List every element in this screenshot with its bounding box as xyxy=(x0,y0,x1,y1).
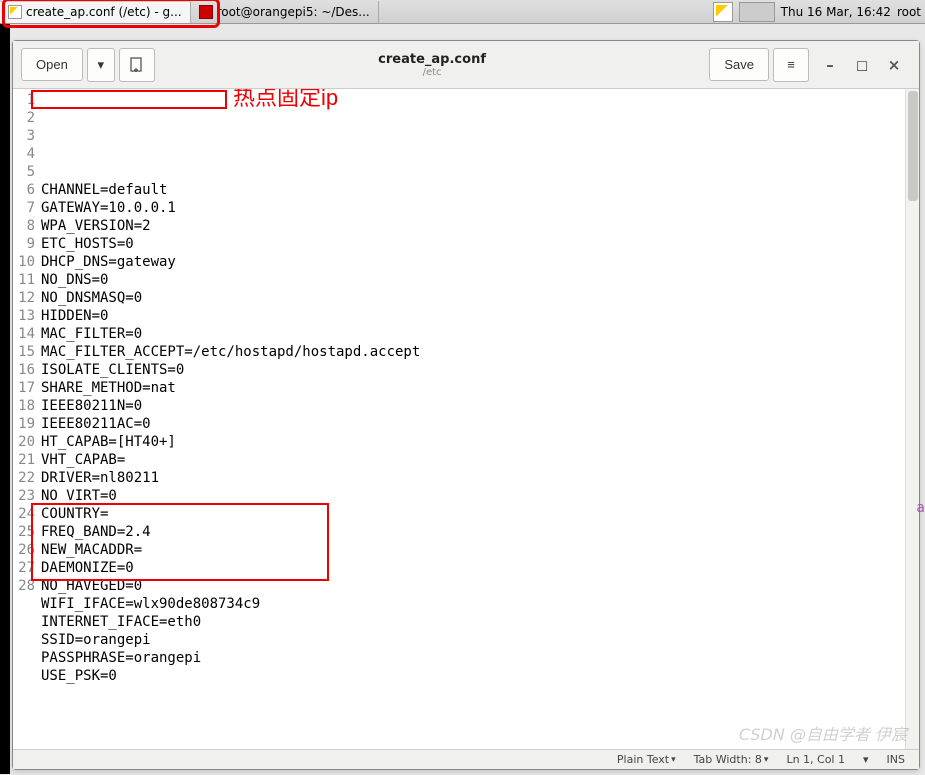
syntax-mode[interactable]: Plain Text xyxy=(617,753,676,766)
code-line[interactable]: GATEWAY=10.0.0.1 xyxy=(41,199,919,217)
line-number: 21 xyxy=(15,451,35,469)
code-line[interactable]: IEEE80211AC=0 xyxy=(41,415,919,433)
line-number: 3 xyxy=(15,127,35,145)
line-number: 11 xyxy=(15,271,35,289)
code-line[interactable]: WIFI_IFACE=wlx90de808734c9 xyxy=(41,595,919,613)
line-number: 19 xyxy=(15,415,35,433)
document-icon xyxy=(8,5,22,19)
code-line[interactable]: DHCP_DNS=gateway xyxy=(41,253,919,271)
ovr-dropdown[interactable]: ▾ xyxy=(863,753,869,766)
code-line[interactable]: INTERNET_IFACE=eth0 xyxy=(41,613,919,631)
line-number: 25 xyxy=(15,523,35,541)
close-button[interactable]: × xyxy=(885,56,903,74)
annotation-box-gateway xyxy=(31,90,227,109)
code-line[interactable]: PASSPHRASE=orangepi xyxy=(41,649,919,667)
minimize-button[interactable]: – xyxy=(821,56,839,74)
user-text: root xyxy=(897,5,921,19)
code-line[interactable]: NO_HAVEGED=0 xyxy=(41,577,919,595)
window-controls: – ◻ × xyxy=(813,56,911,74)
code-line[interactable]: FREQ_BAND=2.4 xyxy=(41,523,919,541)
terminal-icon xyxy=(199,5,213,19)
vertical-scrollbar[interactable] xyxy=(905,89,919,749)
code-line[interactable]: HT_CAPAB=[HT40+] xyxy=(41,433,919,451)
taskbar: create_ap.conf (/etc) - g... root@orange… xyxy=(0,0,925,24)
tab-width[interactable]: Tab Width: 8 xyxy=(694,753,769,766)
code-line[interactable]: CHANNEL=default xyxy=(41,181,919,199)
open-button[interactable]: Open xyxy=(21,48,83,81)
tray-note-icon[interactable] xyxy=(713,2,733,22)
new-document-button[interactable] xyxy=(119,48,155,82)
code-line[interactable]: NO_DNS=0 xyxy=(41,271,919,289)
code-line[interactable]: DAEMONIZE=0 xyxy=(41,559,919,577)
code-area[interactable]: 热点固定ip CHANNEL=defaultGATEWAY=10.0.0.1WP… xyxy=(39,89,919,749)
line-number: 17 xyxy=(15,379,35,397)
line-number: 6 xyxy=(15,181,35,199)
clock-text: Thu 16 Mar, 16:42 xyxy=(781,5,891,19)
code-line[interactable]: USE_PSK=0 xyxy=(41,667,919,685)
taskbar-item-terminal[interactable]: root@orangepi5: ~/Des... xyxy=(191,1,379,23)
line-number: 18 xyxy=(15,397,35,415)
taskbar-item-editor[interactable]: create_ap.conf (/etc) - g... xyxy=(0,1,191,23)
code-line[interactable]: VHT_CAPAB= xyxy=(41,451,919,469)
insert-mode[interactable]: INS xyxy=(887,753,905,766)
code-line[interactable]: MAC_FILTER_ACCEPT=/etc/hostapd/hostapd.a… xyxy=(41,343,919,361)
editor-body[interactable]: 1234567891011121314151617181920212223242… xyxy=(13,89,919,749)
code-line[interactable]: ETC_HOSTS=0 xyxy=(41,235,919,253)
line-number: 24 xyxy=(15,505,35,523)
code-line[interactable]: IEEE80211N=0 xyxy=(41,397,919,415)
code-line[interactable]: SSID=orangepi xyxy=(41,631,919,649)
scroll-thumb[interactable] xyxy=(908,91,918,201)
cursor-position: Ln 1, Col 1 xyxy=(786,753,845,766)
line-number: 15 xyxy=(15,343,35,361)
code-line[interactable]: WPA_VERSION=2 xyxy=(41,217,919,235)
line-number: 4 xyxy=(15,145,35,163)
save-button[interactable]: Save xyxy=(709,48,769,81)
line-number: 28 xyxy=(15,577,35,595)
line-number: 2 xyxy=(15,109,35,127)
line-number: 10 xyxy=(15,253,35,271)
line-number: 22 xyxy=(15,469,35,487)
annotation-text: 热点固定ip xyxy=(233,89,338,107)
statusbar: Plain Text Tab Width: 8 Ln 1, Col 1 ▾ IN… xyxy=(13,749,919,769)
right-edge-char: a xyxy=(916,500,925,516)
code-line[interactable]: DRIVER=nl80211 xyxy=(41,469,919,487)
title-filename: create_ap.conf xyxy=(159,52,706,67)
code-line[interactable]: ISOLATE_CLIENTS=0 xyxy=(41,361,919,379)
line-number: 26 xyxy=(15,541,35,559)
code-line[interactable]: NO_DNSMASQ=0 xyxy=(41,289,919,307)
line-number: 14 xyxy=(15,325,35,343)
editor-window: Open ▾ create_ap.conf /etc Save ≡ – ◻ × … xyxy=(12,40,920,770)
code-line[interactable]: NO_VIRT=0 xyxy=(41,487,919,505)
maximize-button[interactable]: ◻ xyxy=(853,56,871,74)
line-number: 7 xyxy=(15,199,35,217)
line-number: 27 xyxy=(15,559,35,577)
open-dropdown-button[interactable]: ▾ xyxy=(87,48,115,82)
code-line[interactable]: HIDDEN=0 xyxy=(41,307,919,325)
code-line[interactable]: MAC_FILTER=0 xyxy=(41,325,919,343)
taskbar-tray: Thu 16 Mar, 16:42 root xyxy=(713,2,925,22)
line-number: 1 xyxy=(15,91,35,109)
toolbar: Open ▾ create_ap.conf /etc Save ≡ – ◻ × xyxy=(13,41,919,89)
code-line[interactable]: COUNTRY= xyxy=(41,505,919,523)
title-path: /etc xyxy=(159,67,706,78)
code-line[interactable]: SHARE_METHOD=nat xyxy=(41,379,919,397)
hamburger-menu-button[interactable]: ≡ xyxy=(773,48,809,82)
taskbar-label: root@orangepi5: ~/Des... xyxy=(217,5,370,19)
line-number: 5 xyxy=(15,163,35,181)
line-number: 23 xyxy=(15,487,35,505)
tray-blank-icon[interactable] xyxy=(739,2,775,22)
taskbar-label: create_ap.conf (/etc) - g... xyxy=(26,5,182,19)
title-area: create_ap.conf /etc xyxy=(159,52,706,78)
line-number: 9 xyxy=(15,235,35,253)
line-number: 12 xyxy=(15,289,35,307)
line-number: 8 xyxy=(15,217,35,235)
line-number: 16 xyxy=(15,361,35,379)
line-number: 20 xyxy=(15,433,35,451)
line-number-gutter: 1234567891011121314151617181920212223242… xyxy=(13,89,39,749)
new-doc-icon xyxy=(129,57,145,73)
code-line[interactable]: NEW_MACADDR= xyxy=(41,541,919,559)
line-number: 13 xyxy=(15,307,35,325)
background-terminal-strip xyxy=(0,24,10,774)
